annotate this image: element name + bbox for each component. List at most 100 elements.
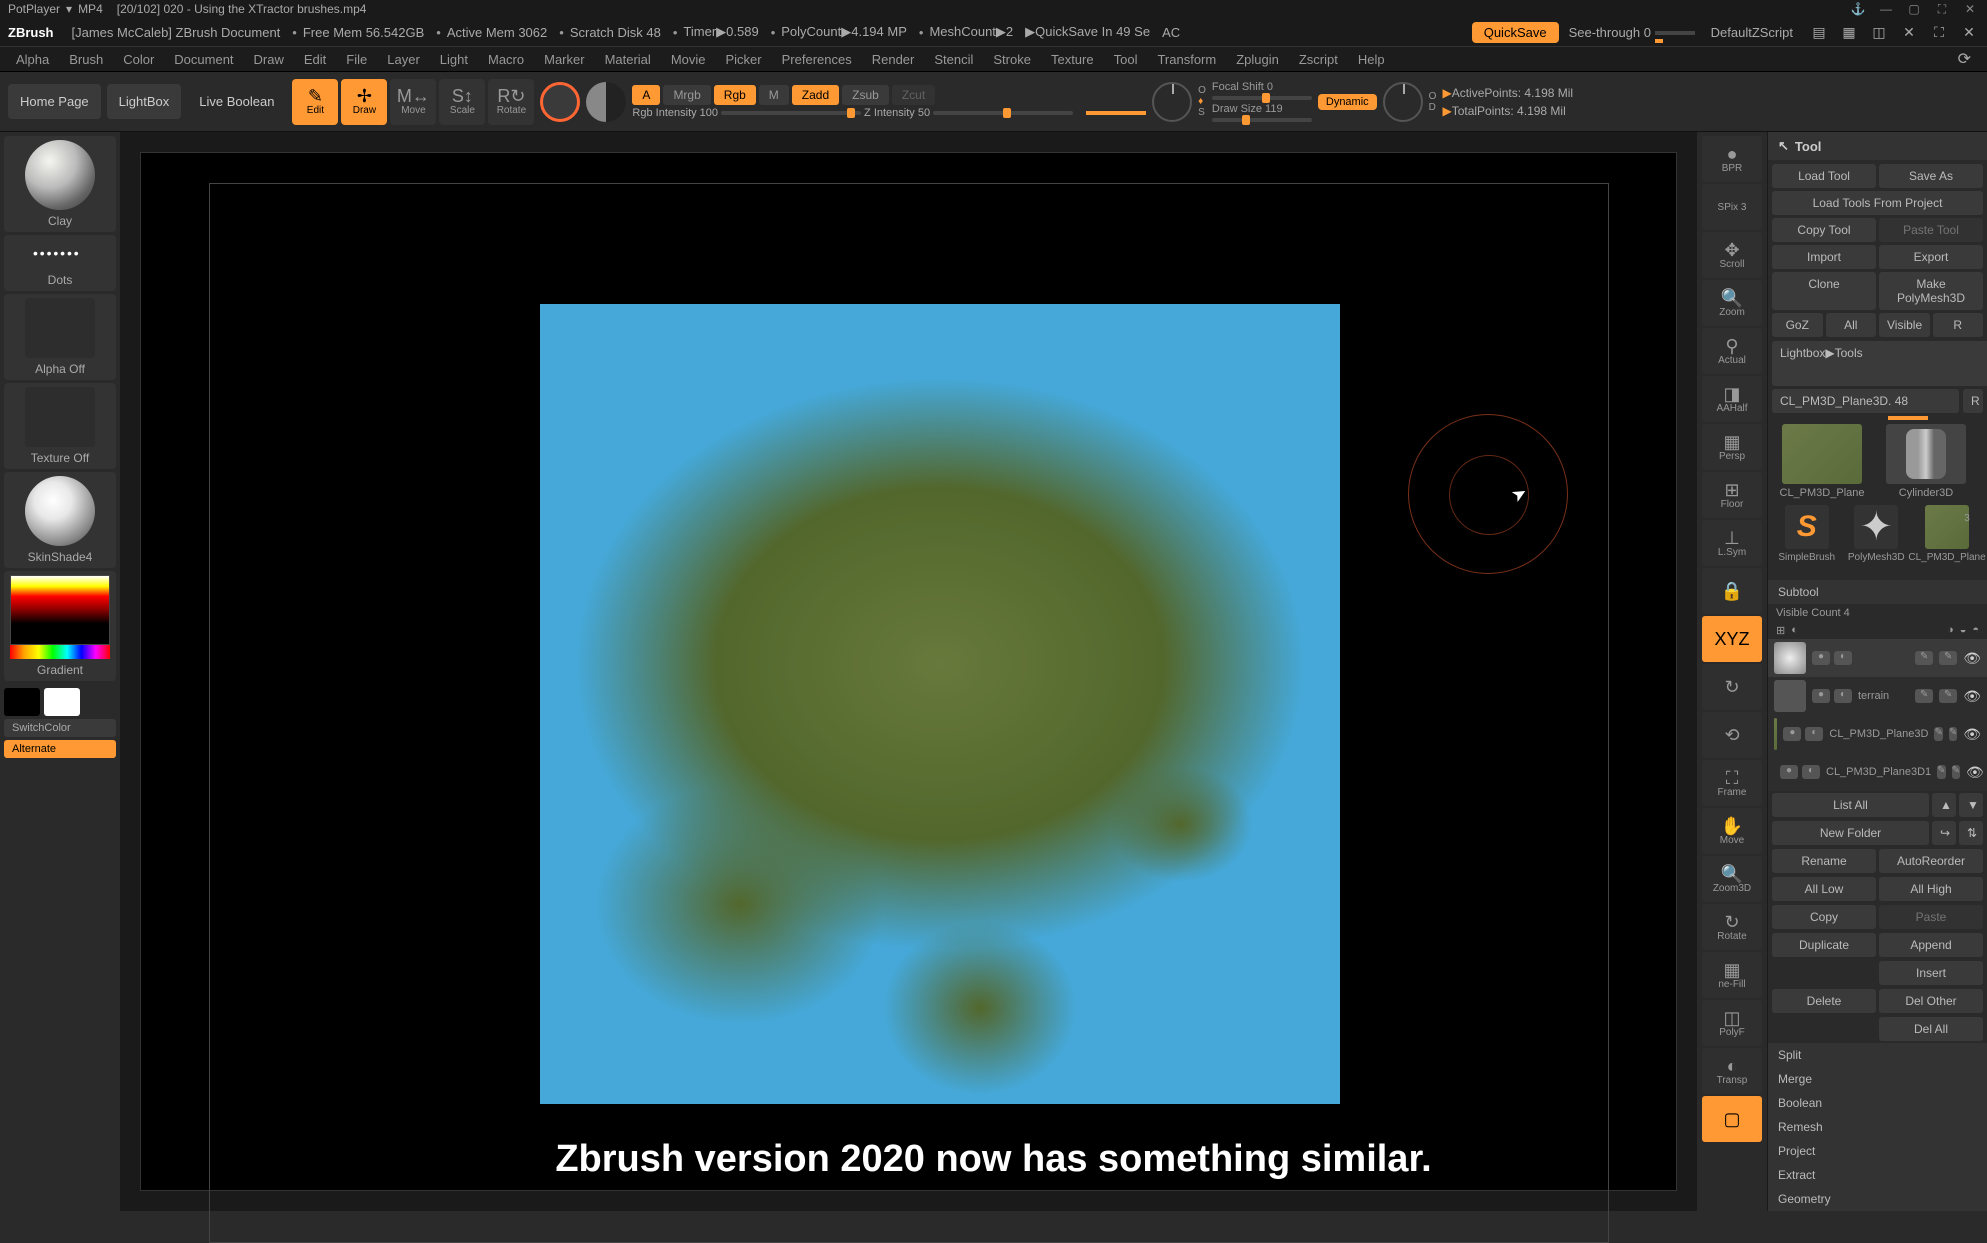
boolean-section[interactable]: Boolean (1768, 1091, 1987, 1115)
sculptris-toggle[interactable] (586, 82, 626, 122)
panel-close-icon[interactable]: ✕ (1959, 22, 1979, 42)
viewport[interactable]: ➤ (209, 183, 1609, 1243)
quicksave-button[interactable]: QuickSave (1472, 22, 1559, 43)
load-tool-button[interactable]: Load Tool (1772, 164, 1876, 188)
focal-dial[interactable] (1152, 82, 1192, 122)
make-polymesh3d-button[interactable]: Make PolyMesh3D (1879, 272, 1983, 310)
r-button[interactable]: R (1963, 389, 1983, 413)
rail-floor[interactable]: ⊞Floor (1702, 472, 1762, 518)
rail-scroll[interactable]: ✥Scroll (1702, 232, 1762, 278)
export-button[interactable]: Export (1879, 245, 1983, 269)
project-section[interactable]: Project (1768, 1139, 1987, 1163)
copy-tool-button[interactable]: Copy Tool (1772, 218, 1876, 242)
down-arrow-icon[interactable]: ▼ (1959, 793, 1983, 817)
grid-icon[interactable]: ▦ (1839, 22, 1859, 42)
swatch-white[interactable] (44, 688, 80, 716)
window-pin-icon[interactable]: ⚓ (1849, 2, 1867, 17)
all-high-button[interactable]: All High (1879, 877, 1983, 901)
paste-tool-button[interactable]: Paste Tool (1879, 218, 1983, 242)
alternate-button[interactable]: Alternate (4, 740, 116, 758)
mrgb-chip[interactable]: Mrgb (663, 85, 710, 105)
menu-zplugin[interactable]: Zplugin (1228, 49, 1287, 70)
current-tool[interactable]: CL_PM3D_Plane3D. 48 (1772, 389, 1959, 413)
subtool-row-3[interactable]: ●◐ CL_PM3D_Plane3D1 ✎✎👁 (1768, 753, 1987, 791)
lightbox-tools[interactable]: Lightbox▶Tools (1772, 341, 1987, 386)
drawsize-slider[interactable] (1212, 118, 1312, 122)
brush-preview[interactable]: Clay (4, 136, 116, 232)
menu-light[interactable]: Light (432, 49, 476, 70)
menu-help[interactable]: Help (1350, 49, 1393, 70)
close-icon[interactable]: ✕ (1899, 22, 1919, 42)
import-button[interactable]: Import (1772, 245, 1876, 269)
split-section[interactable]: Split (1768, 1043, 1987, 1067)
menu-movie[interactable]: Movie (663, 49, 714, 70)
rail-persp[interactable]: ▦Persp (1702, 424, 1762, 470)
menu-texture[interactable]: Texture (1043, 49, 1102, 70)
stroke-preview[interactable]: Dots (4, 235, 116, 291)
rail-btn-10[interactable]: XYZ (1702, 616, 1762, 662)
menu-zscript[interactable]: Zscript (1291, 49, 1346, 70)
menu-layer[interactable]: Layer (379, 49, 428, 70)
swatch-black[interactable] (4, 688, 40, 716)
home-page-button[interactable]: Home Page (8, 84, 101, 119)
menu-marker[interactable]: Marker (536, 49, 592, 70)
up-arrow-icon[interactable]: ▲ (1932, 793, 1956, 817)
subtool-row-1[interactable]: ●◐ terrain ✎✎👁 (1768, 677, 1987, 715)
all-low-button[interactable]: All Low (1772, 877, 1876, 901)
rail-zoom3d[interactable]: 🔍Zoom3D (1702, 856, 1762, 902)
clone-button[interactable]: Clone (1772, 272, 1876, 310)
goz-button[interactable]: GoZ (1772, 313, 1823, 337)
menu-preferences[interactable]: Preferences (774, 49, 860, 70)
window-maximize-icon[interactable]: ▢ (1905, 2, 1923, 17)
material-preview[interactable]: SkinShade4 (4, 472, 116, 568)
tool-thumb-cylinder3d[interactable]: Cylinder3D (1876, 424, 1976, 499)
subtool-circle-icon[interactable]: ◐ (1791, 624, 1798, 637)
extract-section[interactable]: Extract (1768, 1163, 1987, 1187)
dynamic-button[interactable]: Dynamic (1318, 94, 1377, 110)
a-chip[interactable]: A (632, 85, 660, 105)
move-tool-button[interactable]: M↔Move (390, 79, 436, 125)
window-fullscreen-icon[interactable]: ⛶ (1933, 2, 1951, 17)
subtool-opt-icon[interactable]: ◑ (1947, 624, 1954, 637)
tool-thumb-cl_pm3d_plane[interactable]: CL_PM3D_Plane3 (1913, 505, 1981, 574)
texture-preview[interactable]: Texture Off (4, 383, 116, 469)
load-tools-from-project-button[interactable]: Load Tools From Project (1772, 191, 1983, 215)
extra-slider[interactable] (1086, 111, 1146, 115)
switchcolor-button[interactable]: SwitchColor (4, 719, 116, 737)
tool-thumb-simplebrush[interactable]: SSimpleBrush (1774, 505, 1840, 574)
subtool-b-icon[interactable]: ◓ (1972, 624, 1979, 637)
rail-zoom[interactable]: 🔍Zoom (1702, 280, 1762, 326)
draw-size-label[interactable]: Draw Size 119 (1212, 103, 1312, 115)
rail-bpr[interactable]: ●BPR (1702, 136, 1762, 182)
del-other-button[interactable]: Del Other (1879, 989, 1983, 1013)
edit-tool-button[interactable]: ✎Edit (292, 79, 338, 125)
subtool-row-0[interactable]: ●◐ ✎✎👁 (1768, 639, 1987, 677)
window-minimize-icon[interactable]: — (1877, 2, 1895, 17)
subtool-a-icon[interactable]: ◒ (1960, 624, 1967, 637)
rail-spix 3[interactable]: SPix 3 (1702, 184, 1762, 230)
visible-button[interactable]: Visible (1879, 313, 1930, 337)
z-intensity-slider[interactable] (933, 111, 1073, 115)
alpha-preview[interactable]: Alpha Off (4, 294, 116, 380)
tool-panel-header[interactable]: ↖Tool (1768, 132, 1987, 160)
menu-icon[interactable]: ▤ (1809, 22, 1829, 42)
menu-picker[interactable]: Picker (718, 49, 770, 70)
subtool-nav-icon[interactable]: ⊞ (1776, 624, 1785, 637)
rail-btn-9[interactable]: 🔒 (1702, 568, 1762, 614)
gizmo-toggle[interactable] (540, 82, 580, 122)
newfolder-button[interactable]: New Folder (1772, 821, 1929, 845)
seethrough-label[interactable]: See-through 0 (1569, 25, 1695, 40)
dual-icon[interactable]: ◫ (1869, 22, 1889, 42)
rail-btn-11[interactable]: ↻ (1702, 664, 1762, 710)
rail-transp[interactable]: ◐Transp (1702, 1048, 1762, 1094)
insert-button[interactable]: Insert (1879, 961, 1983, 985)
scale-tool-button[interactable]: S↕Scale (439, 79, 485, 125)
rail-btn-20[interactable]: ▢ (1702, 1096, 1762, 1142)
stats-dial[interactable] (1383, 82, 1423, 122)
append-button[interactable]: Append (1879, 933, 1983, 957)
sort-icon[interactable]: ⇅ (1959, 821, 1983, 845)
geometry-header[interactable]: Geometry (1768, 1187, 1987, 1211)
draw-tool-button[interactable]: ✢Draw (341, 79, 387, 125)
menu-stencil[interactable]: Stencil (926, 49, 981, 70)
rail-move[interactable]: ✋Move (1702, 808, 1762, 854)
